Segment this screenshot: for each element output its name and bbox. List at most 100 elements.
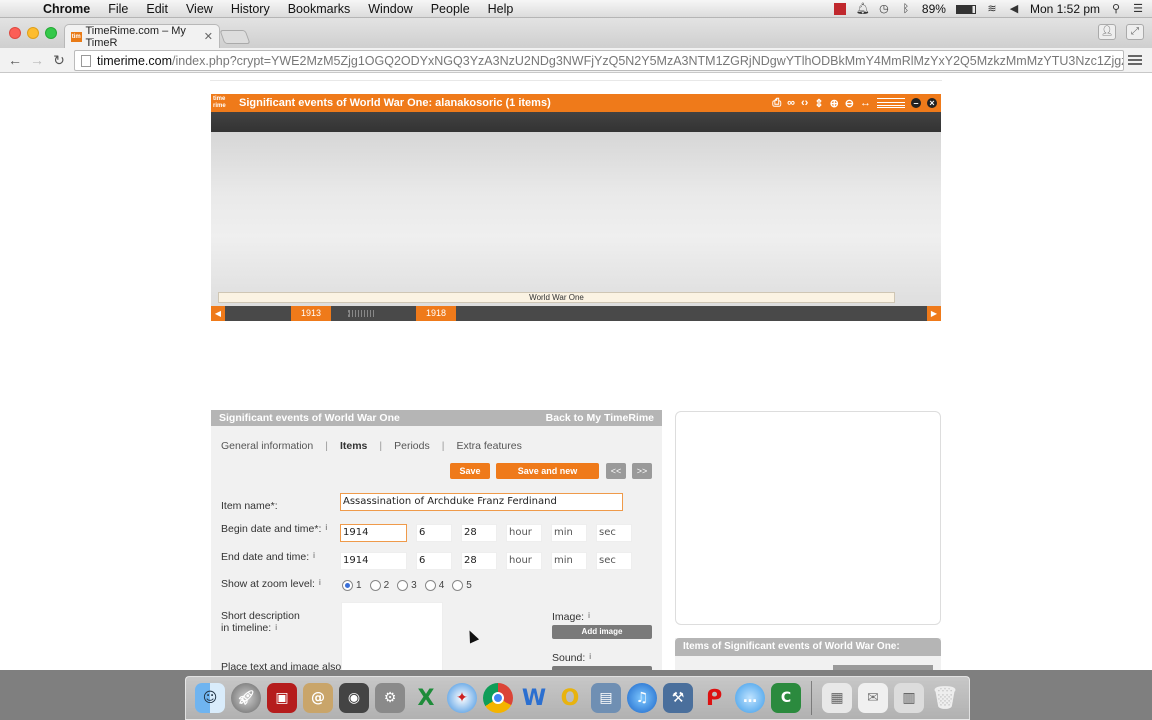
up-down-arrows-icon[interactable]: ⇕: [814, 97, 823, 110]
zoom-radio-2[interactable]: 2: [369, 580, 389, 591]
volume-icon[interactable]: ◀︎: [1008, 3, 1020, 15]
back-arrow-icon[interactable]: ←: [4, 52, 26, 68]
save-and-new-button[interactable]: Save and new: [496, 463, 599, 479]
period-bar[interactable]: World War One: [218, 292, 895, 303]
zoom-radio-5[interactable]: 5: [452, 580, 472, 591]
close-tab-icon[interactable]: ✕: [204, 30, 213, 43]
end-year-input[interactable]: 1914: [340, 552, 407, 570]
end-month-input[interactable]: 6: [416, 552, 452, 570]
tab-extra-features[interactable]: Extra features: [456, 440, 521, 452]
preview-icon[interactable]: ▤: [591, 683, 621, 713]
range-start-handle[interactable]: 1913: [291, 306, 332, 321]
short-description-textarea[interactable]: [341, 602, 443, 670]
end-day-input[interactable]: 28: [461, 552, 497, 570]
back-to-my-timerime-link[interactable]: Back to My TimeRime: [546, 412, 654, 424]
menu-help[interactable]: Help: [479, 2, 523, 16]
info-icon[interactable]: i: [313, 551, 315, 560]
next-item-button[interactable]: >>: [632, 463, 652, 479]
begin-sec-input[interactable]: sec: [596, 524, 632, 542]
minimize-icon[interactable]: –: [911, 98, 921, 108]
word-icon[interactable]: W: [519, 683, 549, 713]
time-machine-icon[interactable]: ◷: [878, 3, 890, 15]
begin-min-input[interactable]: min: [551, 524, 587, 542]
end-min-input[interactable]: min: [551, 552, 587, 570]
contacts-icon[interactable]: @: [303, 683, 333, 713]
zoom-window-icon[interactable]: [45, 27, 57, 39]
range-grip[interactable]: [348, 310, 374, 317]
begin-month-input[interactable]: 6: [416, 524, 452, 542]
zoom-out-icon[interactable]: ⊖: [845, 97, 854, 110]
timeline-navigator[interactable]: ◀ 1913 1918 ▶: [211, 306, 941, 321]
info-icon[interactable]: i: [588, 611, 590, 620]
documents-icon[interactable]: ▦: [822, 683, 852, 713]
browser-tab[interactable]: tim TimeRime.com – My TimeR ✕: [64, 24, 220, 49]
close-icon[interactable]: ×: [927, 98, 937, 108]
menu-app-name[interactable]: Chrome: [34, 2, 99, 16]
system-preferences-icon[interactable]: ⚙: [375, 683, 405, 713]
tab-items[interactable]: Items: [340, 440, 367, 452]
zoom-radio-3[interactable]: 3: [397, 580, 417, 591]
range-end-handle[interactable]: 1918: [416, 306, 457, 321]
link-icon[interactable]: ∞: [787, 97, 795, 109]
begin-hour-input[interactable]: hour: [506, 524, 542, 542]
expand-horizontal-icon[interactable]: ↔: [860, 97, 871, 109]
timeline-canvas[interactable]: World War One: [211, 132, 941, 306]
tab-periods[interactable]: Periods: [394, 440, 430, 452]
new-tab-button[interactable]: [219, 30, 251, 44]
camtasia-icon[interactable]: C: [771, 683, 801, 713]
minimize-window-icon[interactable]: [27, 27, 39, 39]
begin-year-input[interactable]: 1914: [340, 524, 407, 542]
item-name-input[interactable]: Assassination of Archduke Franz Ferdinan…: [340, 493, 623, 511]
bluetooth-icon[interactable]: ᛒ: [900, 3, 912, 15]
mail-icon[interactable]: ✉: [858, 683, 888, 713]
menu-people[interactable]: People: [422, 2, 479, 16]
menu-file[interactable]: File: [99, 2, 137, 16]
recording-icon[interactable]: [833, 3, 846, 15]
forward-arrow-icon[interactable]: →: [26, 52, 48, 68]
files-icon[interactable]: ▥: [894, 683, 924, 713]
menu-edit[interactable]: Edit: [137, 2, 177, 16]
menu-bookmarks[interactable]: Bookmarks: [279, 2, 360, 16]
messages-icon[interactable]: …: [735, 683, 765, 713]
zoom-in-icon[interactable]: ⊕: [830, 97, 839, 110]
menu-history[interactable]: History: [222, 2, 279, 16]
finder-icon[interactable]: ☺: [195, 683, 225, 713]
menu-view[interactable]: View: [177, 2, 222, 16]
address-bar[interactable]: timerime.com/index.php?crypt=YWE2MzM5Zjg…: [74, 50, 1124, 71]
notification-center-icon[interactable]: ☰: [1132, 3, 1144, 15]
info-icon[interactable]: i: [275, 623, 277, 632]
add-image-button[interactable]: Add image: [552, 625, 652, 639]
spotlight-search-icon[interactable]: ⚲: [1110, 3, 1122, 15]
reload-icon[interactable]: ↻: [48, 52, 70, 69]
chrome-menu-icon[interactable]: [1128, 53, 1142, 67]
launchpad-icon[interactable]: 🚀︎: [231, 683, 261, 713]
photo-booth-icon[interactable]: ▣: [267, 683, 297, 713]
close-window-icon[interactable]: [9, 27, 21, 39]
excel-icon[interactable]: X: [411, 683, 441, 713]
battery-icon[interactable]: [955, 4, 976, 14]
info-icon[interactable]: i: [325, 523, 327, 532]
save-button[interactable]: Save: [450, 463, 490, 479]
embed-code-icon[interactable]: ‹›: [801, 97, 808, 109]
scroll-left-icon[interactable]: ◀: [211, 306, 225, 321]
acrobat-icon[interactable]: ᑭ: [699, 683, 729, 713]
print-icon[interactable]: ⎙: [772, 97, 781, 110]
xcode-icon[interactable]: ⚒: [663, 683, 693, 713]
office-icon[interactable]: O: [555, 683, 585, 713]
end-sec-input[interactable]: sec: [596, 552, 632, 570]
safari-icon[interactable]: ✦: [447, 683, 477, 713]
fullscreen-icon[interactable]: ⤢: [1126, 24, 1144, 40]
itunes-icon[interactable]: ♫: [627, 683, 657, 713]
trash-icon[interactable]: 🗑︎: [930, 683, 960, 713]
notification-bell-icon[interactable]: 🔔︎: [856, 3, 870, 15]
info-icon[interactable]: i: [589, 652, 591, 661]
chrome-icon[interactable]: [483, 683, 513, 713]
begin-day-input[interactable]: 28: [461, 524, 497, 542]
zoom-radio-1[interactable]: 1: [342, 580, 362, 591]
previous-item-button[interactable]: <<: [606, 463, 626, 479]
menu-window[interactable]: Window: [359, 2, 421, 16]
end-hour-input[interactable]: hour: [506, 552, 542, 570]
menu-lines-icon[interactable]: [877, 98, 905, 108]
profile-icon[interactable]: 👤︎: [1098, 24, 1116, 40]
facetime-icon[interactable]: ◉: [339, 683, 369, 713]
